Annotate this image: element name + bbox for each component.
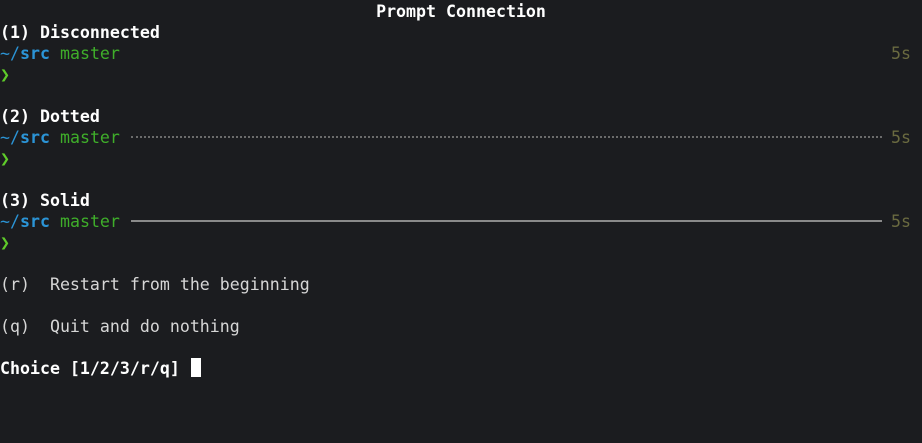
prompt-duration: 5s	[891, 44, 911, 63]
prompt-git-branch: master	[59, 128, 120, 147]
prompt-duration: 5s	[891, 128, 911, 147]
choice-input-line[interactable]: Choice [1/2/3/r/q]	[0, 358, 922, 379]
option-solid-heading: (3) Solid	[0, 191, 90, 210]
prompt-chevron-icon: ❯	[0, 65, 10, 84]
prompt-tilde: ~/	[0, 44, 20, 63]
prompt-git-branch: master	[59, 212, 120, 231]
prompt-directory: src	[19, 212, 50, 231]
prompt-chevron-line: ❯	[0, 232, 922, 253]
prompt-chevron-icon: ❯	[0, 233, 10, 252]
prompt-directory: src	[19, 128, 50, 147]
prompt-tilde: ~/	[0, 128, 20, 147]
quit-option: (q) Quit and do nothing	[0, 317, 240, 336]
restart-option: (r) Restart from the beginning	[0, 275, 310, 294]
prompt-tilde: ~/	[0, 212, 20, 231]
choice-prompt-label: Choice [1/2/3/r/q]	[0, 359, 190, 378]
prompt-preview-dotted: ~/src master 5s	[0, 127, 922, 148]
prompt-preview-disconnected: ~/src master 5s	[0, 43, 922, 64]
prompt-chevron-line: ❯	[0, 148, 922, 169]
option-disconnected-heading: (1) Disconnected	[0, 23, 160, 42]
option-dotted-heading: (2) Dotted	[0, 107, 100, 126]
wizard-title: Prompt Connection	[376, 2, 546, 21]
prompt-duration: 5s	[891, 212, 911, 231]
terminal-window: Prompt Connection (1) Disconnected ~/src…	[0, 1, 922, 379]
dotted-connector	[131, 127, 882, 148]
prompt-directory: src	[19, 44, 50, 63]
text-cursor[interactable]	[190, 358, 201, 377]
prompt-git-branch: master	[59, 44, 120, 63]
prompt-preview-solid: ~/src master 5s	[0, 211, 922, 232]
solid-connector	[131, 211, 882, 232]
prompt-chevron-line: ❯	[0, 64, 922, 85]
prompt-chevron-icon: ❯	[0, 149, 10, 168]
